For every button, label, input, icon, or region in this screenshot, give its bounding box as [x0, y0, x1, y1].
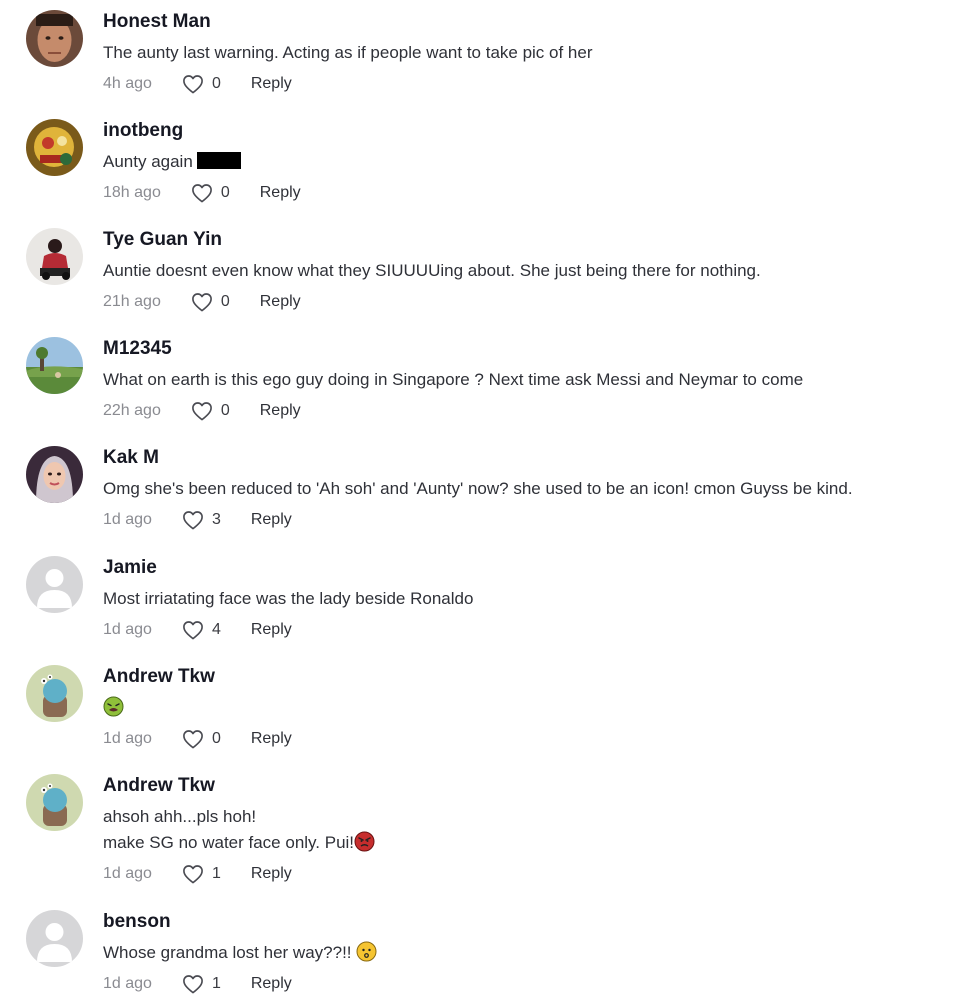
comment-meta: 1d ago 1 Reply [103, 973, 940, 995]
comment-text-body: Whose grandma lost her way??!! [103, 943, 352, 962]
comment-username[interactable]: M12345 [103, 337, 940, 361]
reply-button[interactable]: Reply [251, 973, 292, 995]
default-avatar[interactable] [26, 910, 83, 967]
like-button[interactable]: 0 [182, 73, 221, 95]
reply-button[interactable]: Reply [260, 182, 301, 204]
heart-outline-icon [183, 75, 203, 94]
heart-outline-icon [183, 511, 203, 530]
comment-timestamp: 22h ago [103, 402, 161, 419]
comment-timestamp: 4h ago [103, 75, 152, 92]
confused-face-emoji [356, 941, 377, 962]
like-count: 0 [220, 184, 230, 201]
comment-text-line: make SG no water face only. Pui! [103, 830, 940, 856]
like-button[interactable]: 3 [182, 509, 221, 531]
comment-text: Whose grandma lost her way??!! [103, 940, 940, 966]
comment-content: benson Whose grandma lost her way??!! 1d… [103, 910, 940, 995]
comment-meta: 21h ago 0 Reply [103, 291, 940, 313]
comment-username[interactable]: Andrew Tkw [103, 665, 940, 689]
comment-username[interactable]: Andrew Tkw [103, 774, 940, 798]
comment-meta: 18h ago 0 Reply [103, 182, 940, 204]
like-button[interactable]: 4 [182, 619, 221, 641]
comment-content: Andrew Tkw 1d ago 0 Reply [103, 665, 940, 750]
like-button[interactable]: 0 [191, 400, 230, 422]
man-face-avatar[interactable] [26, 10, 83, 67]
comment-content: Kak M Omg she's been reduced to 'Ah soh'… [103, 446, 940, 531]
comment-content: M12345 What on earth is this ego guy doi… [103, 337, 940, 422]
heart-outline-icon [183, 975, 203, 994]
reply-button[interactable]: Reply [251, 73, 292, 95]
comment-meta: 22h ago 0 Reply [103, 400, 940, 422]
heart-outline-icon [183, 865, 203, 884]
like-button[interactable]: 1 [182, 973, 221, 995]
heart-outline-icon [191, 402, 212, 421]
like-count: 4 [211, 621, 221, 638]
like-count: 0 [211, 75, 221, 92]
comment-text: Auntie doesnt even know what they SIUUUU… [103, 261, 761, 280]
like-count: 3 [211, 511, 221, 528]
comment-username[interactable]: Tye Guan Yin [103, 228, 940, 252]
heart-outline-icon [191, 184, 212, 203]
like-button[interactable]: 0 [191, 182, 230, 204]
angry-face-emoji [354, 831, 375, 852]
like-count: 0 [211, 730, 221, 747]
comment-text: The aunty last warning. Acting as if peo… [103, 43, 593, 62]
comment-username[interactable]: Jamie [103, 556, 940, 580]
comment-timestamp: 1d ago [103, 865, 152, 882]
comment-meta: 4h ago 0 Reply [103, 73, 940, 95]
like-count: 1 [211, 975, 221, 992]
reply-button[interactable]: Reply [251, 509, 292, 531]
nauseated-face-emoji [103, 696, 124, 717]
heart-outline-icon [183, 730, 203, 749]
comment-text-body: Aunty again [103, 152, 193, 171]
cartoon-avatar[interactable] [26, 665, 83, 722]
comment-timestamp: 1d ago [103, 730, 152, 747]
person-sitting-avatar[interactable] [26, 228, 83, 285]
like-button[interactable]: 1 [182, 863, 221, 885]
landscape-avatar[interactable] [26, 337, 83, 394]
like-count: 1 [211, 865, 221, 882]
comment-content: Tye Guan Yin Auntie doesnt even know wha… [103, 228, 940, 313]
reply-button[interactable]: Reply [251, 728, 292, 750]
comment-text: Most irriatating face was the lady besid… [103, 589, 474, 608]
comment-username[interactable]: Honest Man [103, 10, 940, 34]
comment-meta: 1d ago 0 Reply [103, 728, 940, 750]
comment-text: Aunty again [103, 149, 940, 175]
like-count: 0 [220, 402, 230, 419]
comment-text: ahsoh ahh...pls hoh! make SG no water fa… [103, 804, 940, 856]
comment-text-body: make SG no water face only. Pui! [103, 833, 355, 852]
lion-dance-avatar[interactable] [26, 119, 83, 176]
comment-username[interactable]: inotbeng [103, 119, 940, 143]
comment-text: What on earth is this ego guy doing in S… [103, 370, 804, 389]
like-button[interactable]: 0 [191, 291, 230, 313]
black-redaction-bar [196, 152, 241, 169]
comment-content: Jamie Most irriatating face was the lady… [103, 556, 940, 641]
reply-button[interactable]: Reply [251, 863, 292, 885]
comment-meta: 1d ago 1 Reply [103, 863, 940, 885]
reply-button[interactable]: Reply [260, 400, 301, 422]
comment-text: Omg she's been reduced to 'Ah soh' and '… [103, 479, 853, 498]
comment-timestamp: 1d ago [103, 975, 152, 992]
cartoon-avatar[interactable] [26, 774, 83, 831]
comment-username[interactable]: Kak M [103, 446, 940, 470]
comment-text-line: ahsoh ahh...pls hoh! [103, 807, 257, 826]
comment-username[interactable]: benson [103, 910, 940, 934]
reply-button[interactable]: Reply [251, 619, 292, 641]
woman-hijab-avatar[interactable] [26, 446, 83, 503]
reply-button[interactable]: Reply [260, 291, 301, 313]
comment-content: inotbeng Aunty again 18h ago 0 Reply [103, 119, 940, 204]
comment-content: Andrew Tkw ahsoh ahh...pls hoh! make SG … [103, 774, 940, 885]
comment-meta: 1d ago 4 Reply [103, 619, 940, 641]
heart-outline-icon [191, 293, 212, 312]
heart-outline-icon [183, 621, 203, 640]
default-avatar[interactable] [26, 556, 83, 613]
like-button[interactable]: 0 [182, 728, 221, 750]
comment-timestamp: 18h ago [103, 184, 161, 201]
comment-meta: 1d ago 3 Reply [103, 509, 940, 531]
comment-timestamp: 1d ago [103, 511, 152, 528]
comment-content: Honest Man The aunty last warning. Actin… [103, 10, 940, 95]
comment-timestamp: 1d ago [103, 621, 152, 638]
like-count: 0 [220, 293, 230, 310]
comment-timestamp: 21h ago [103, 293, 161, 310]
comment-text [103, 695, 940, 721]
